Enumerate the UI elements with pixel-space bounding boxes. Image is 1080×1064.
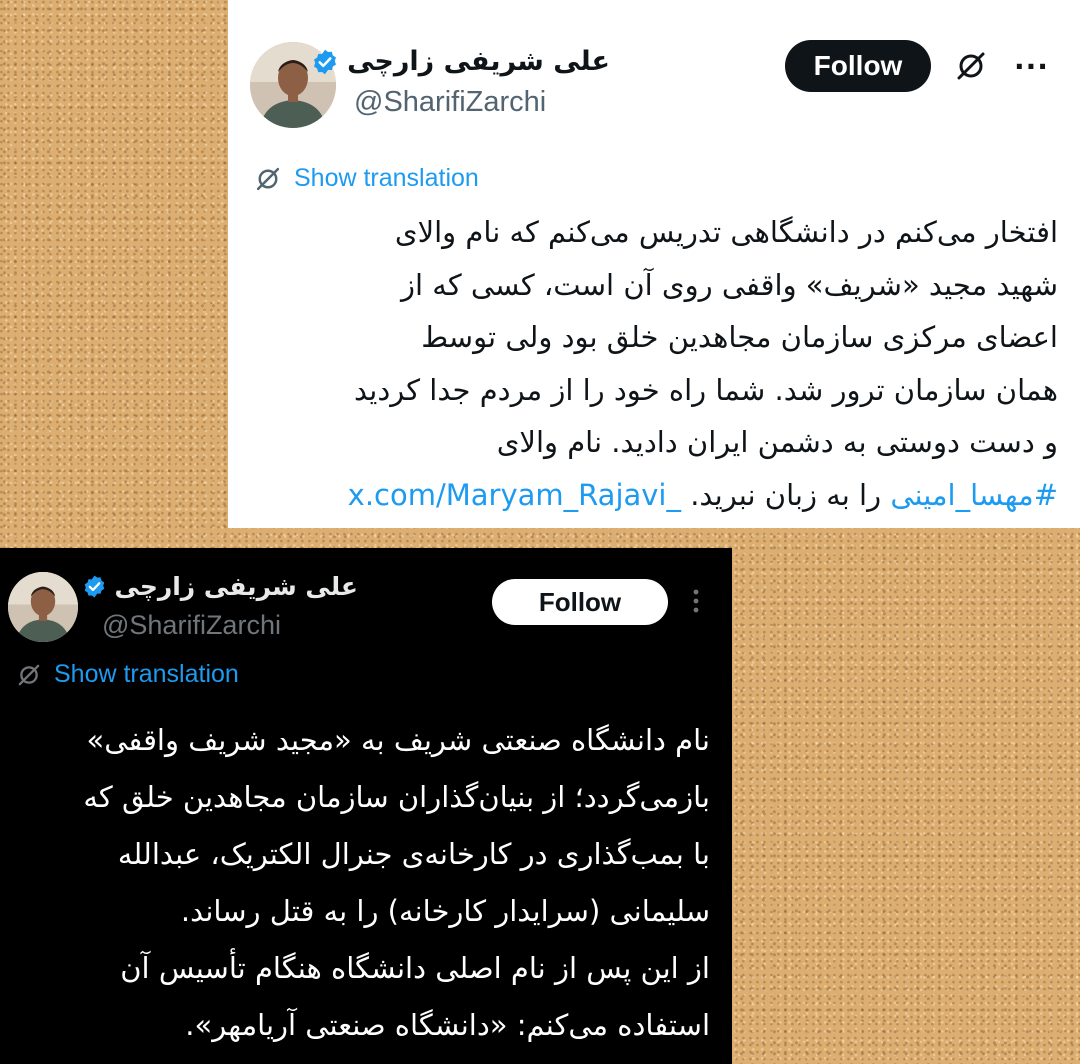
show-translation-link[interactable]: Show translation <box>254 164 479 193</box>
tweet-text-line: سلیمانی (سرایدار کارخانه) را به قتل رسان… <box>180 894 710 928</box>
tweet-text-fragment: را به زبان نبرید. <box>681 477 891 512</box>
author-handle[interactable]: @SharifiZarchi <box>102 610 281 641</box>
tweet-text-line: افتخار می‌کنم در دانشگاهی تدریس می‌کنم ک… <box>394 215 1058 249</box>
author-handle[interactable]: @SharifiZarchi <box>354 86 546 119</box>
tweet-text: افتخار می‌کنم در دانشگاهی تدریس می‌کنم ک… <box>238 206 1058 521</box>
tweet-text-line: استفاده می‌کنم: «دانشگاه صنعتی آریامهر». <box>185 1008 710 1042</box>
tweet-text-line: شهید مجید «شریف» واقفی روی آن است، کسی ک… <box>401 267 1058 302</box>
hashtag-link[interactable]: #مهسا_امینی <box>890 478 1058 512</box>
show-translation-label: Show translation <box>294 164 479 192</box>
tweet-card-dark: علی شریفی زارچی @SharifiZarchi Follow Sh… <box>0 548 732 1064</box>
tweet-text-line: همان سازمان ترور شد. شما راه خود را از م… <box>354 372 1058 407</box>
tweet-card-light: علی شریفی زارچی @SharifiZarchi Follow ··… <box>228 0 1080 528</box>
tweet-text-line: اعضای مرکزی سازمان مجاهدین خلق بود ولی ت… <box>421 320 1058 354</box>
avatar[interactable] <box>8 572 78 642</box>
tweet-text-line: و دست دوستی به دشمن ایران دادید. نام وال… <box>496 425 1058 459</box>
tweet-text: نام دانشگاه صنعتی شریف به «مجید شریف واق… <box>10 712 710 1054</box>
author-name-text: علی شریفی زارچی <box>114 572 358 601</box>
avatar-image <box>8 572 78 642</box>
show-translation-link[interactable]: Show translation <box>16 660 239 689</box>
grok-translate-icon <box>18 664 40 685</box>
verified-badge-icon <box>84 575 104 598</box>
more-options-icon[interactable]: ··· <box>1014 50 1049 83</box>
grok-translate-icon[interactable] <box>954 49 988 83</box>
tweet-text-line: با بمب‌گذاری در کارخانه‌ی جنرال الکتریک،… <box>117 837 710 871</box>
show-translation-label: Show translation <box>54 660 239 688</box>
verified-badge-icon <box>314 49 337 74</box>
author-name-text: علی شریفی زارچی <box>347 46 610 77</box>
grok-translate-icon <box>256 167 280 190</box>
url-link[interactable]: x.com/Maryam_Rajavi_ <box>348 478 681 512</box>
tweet-text-line: نام دانشگاه صنعتی شریف به «مجید شریف واق… <box>86 723 710 757</box>
tweet-text-line-last: #مهسا_امینی را به زبان نبرید. x.com/Mary… <box>238 469 1058 522</box>
more-options-icon[interactable] <box>692 588 700 614</box>
tweet-text-line: از این پس از نام اصلی دانشگاه هنگام تأسی… <box>120 951 710 985</box>
author-name[interactable]: علی شریفی زارچی <box>82 572 358 601</box>
tweet-text-line: بازمی‌گردد؛ از بنیان‌گذاران سازمان مجاهد… <box>83 780 710 814</box>
follow-button[interactable]: Follow <box>492 579 668 625</box>
follow-button[interactable]: Follow <box>785 40 931 92</box>
author-name[interactable]: علی شریفی زارچی <box>311 46 610 77</box>
